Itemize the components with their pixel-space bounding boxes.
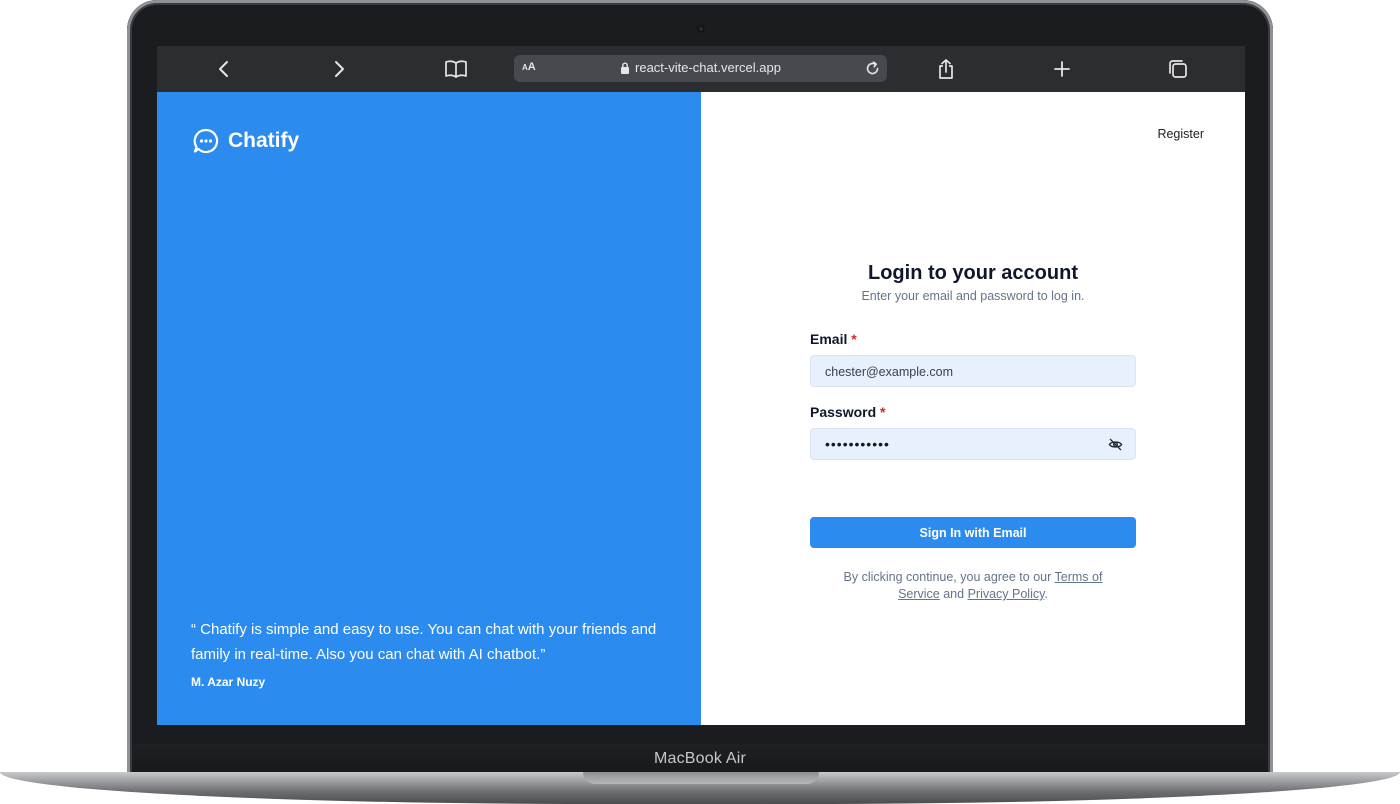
login-panel: Register Login to your account Enter you… (701, 92, 1245, 725)
camera-icon (697, 25, 705, 33)
share-icon[interactable] (933, 56, 959, 82)
testimonial-quote: “ Chatify is simple and easy to use. You… (191, 621, 657, 663)
password-value: ••••••••••• (825, 436, 890, 452)
brand-name: Chatify (228, 129, 300, 152)
browser-screen: AA react-vite-chat.vercel.app Chatify “ … (157, 46, 1245, 725)
password-label: Password * (810, 404, 885, 420)
brand-logo[interactable]: Chatify (192, 127, 299, 155)
email-label-text: Email (810, 331, 848, 347)
chat-bubble-icon (193, 128, 219, 154)
testimonial-author: M. Azar Nuzy (191, 675, 266, 689)
email-label: Email * (810, 331, 857, 347)
password-label-text: Password (810, 404, 877, 420)
chevron-right-icon[interactable] (326, 56, 352, 82)
device-label: MacBook Air (653, 750, 746, 767)
terms-prefix: By clicking continue, you agree to our (843, 570, 1055, 584)
eye-off-icon[interactable] (1108, 437, 1123, 452)
required-mark: * (880, 404, 886, 420)
terms-link[interactable]: Terms of (1055, 570, 1103, 584)
password-field[interactable]: ••••••••••• (810, 428, 1136, 460)
page-title: Login to your account (868, 262, 1078, 284)
page-subtitle: Enter your email and password to log in. (861, 289, 1085, 303)
laptop-notch (583, 772, 819, 784)
chevron-left-icon[interactable] (211, 56, 237, 82)
brand-panel: Chatify “ Chatify is simple and easy to … (157, 92, 701, 725)
required-mark: * (851, 331, 857, 347)
plus-icon[interactable] (1049, 56, 1075, 82)
register-link[interactable]: Register (1157, 127, 1204, 141)
address-bar[interactable]: AA react-vite-chat.vercel.app (514, 55, 887, 82)
privacy-link[interactable]: Privacy Policy (968, 587, 1045, 601)
tabs-icon[interactable] (1165, 56, 1191, 82)
sign-in-button[interactable]: Sign In with Email (810, 517, 1136, 548)
email-field[interactable]: chester@example.com (810, 355, 1136, 387)
email-value: chester@example.com (825, 365, 954, 379)
reload-icon[interactable] (864, 60, 881, 77)
browser-toolbar: AA react-vite-chat.vercel.app (157, 46, 1245, 92)
terms-suffix: . (1044, 587, 1048, 601)
book-icon[interactable] (443, 56, 469, 82)
terms-and: and (939, 587, 968, 601)
url-text: react-vite-chat.vercel.app (635, 60, 781, 75)
terms-link-continued[interactable]: Service (898, 587, 940, 601)
laptop-chin: MacBook Air (133, 744, 1267, 774)
lock-icon (621, 62, 630, 74)
